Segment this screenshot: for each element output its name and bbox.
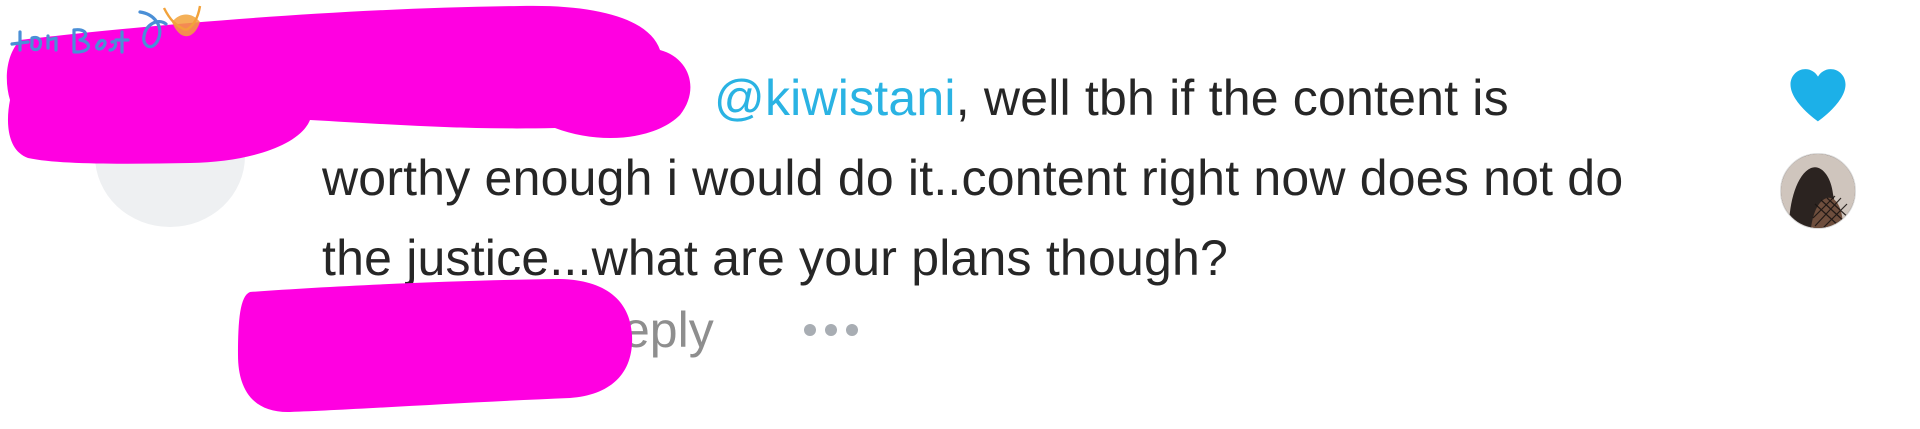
comment-card: @kiwistani, well tbh if the content is w…	[0, 0, 1920, 429]
redaction-marks	[6, 5, 691, 413]
mention-link[interactable]: @kiwistani	[714, 70, 956, 126]
heart-icon[interactable]	[1785, 62, 1851, 128]
liker-avatar[interactable]	[1780, 153, 1856, 229]
liker-avatar-image	[1781, 154, 1855, 228]
watermark-logo	[10, 5, 202, 54]
more-options-icon[interactable]	[803, 323, 858, 337]
